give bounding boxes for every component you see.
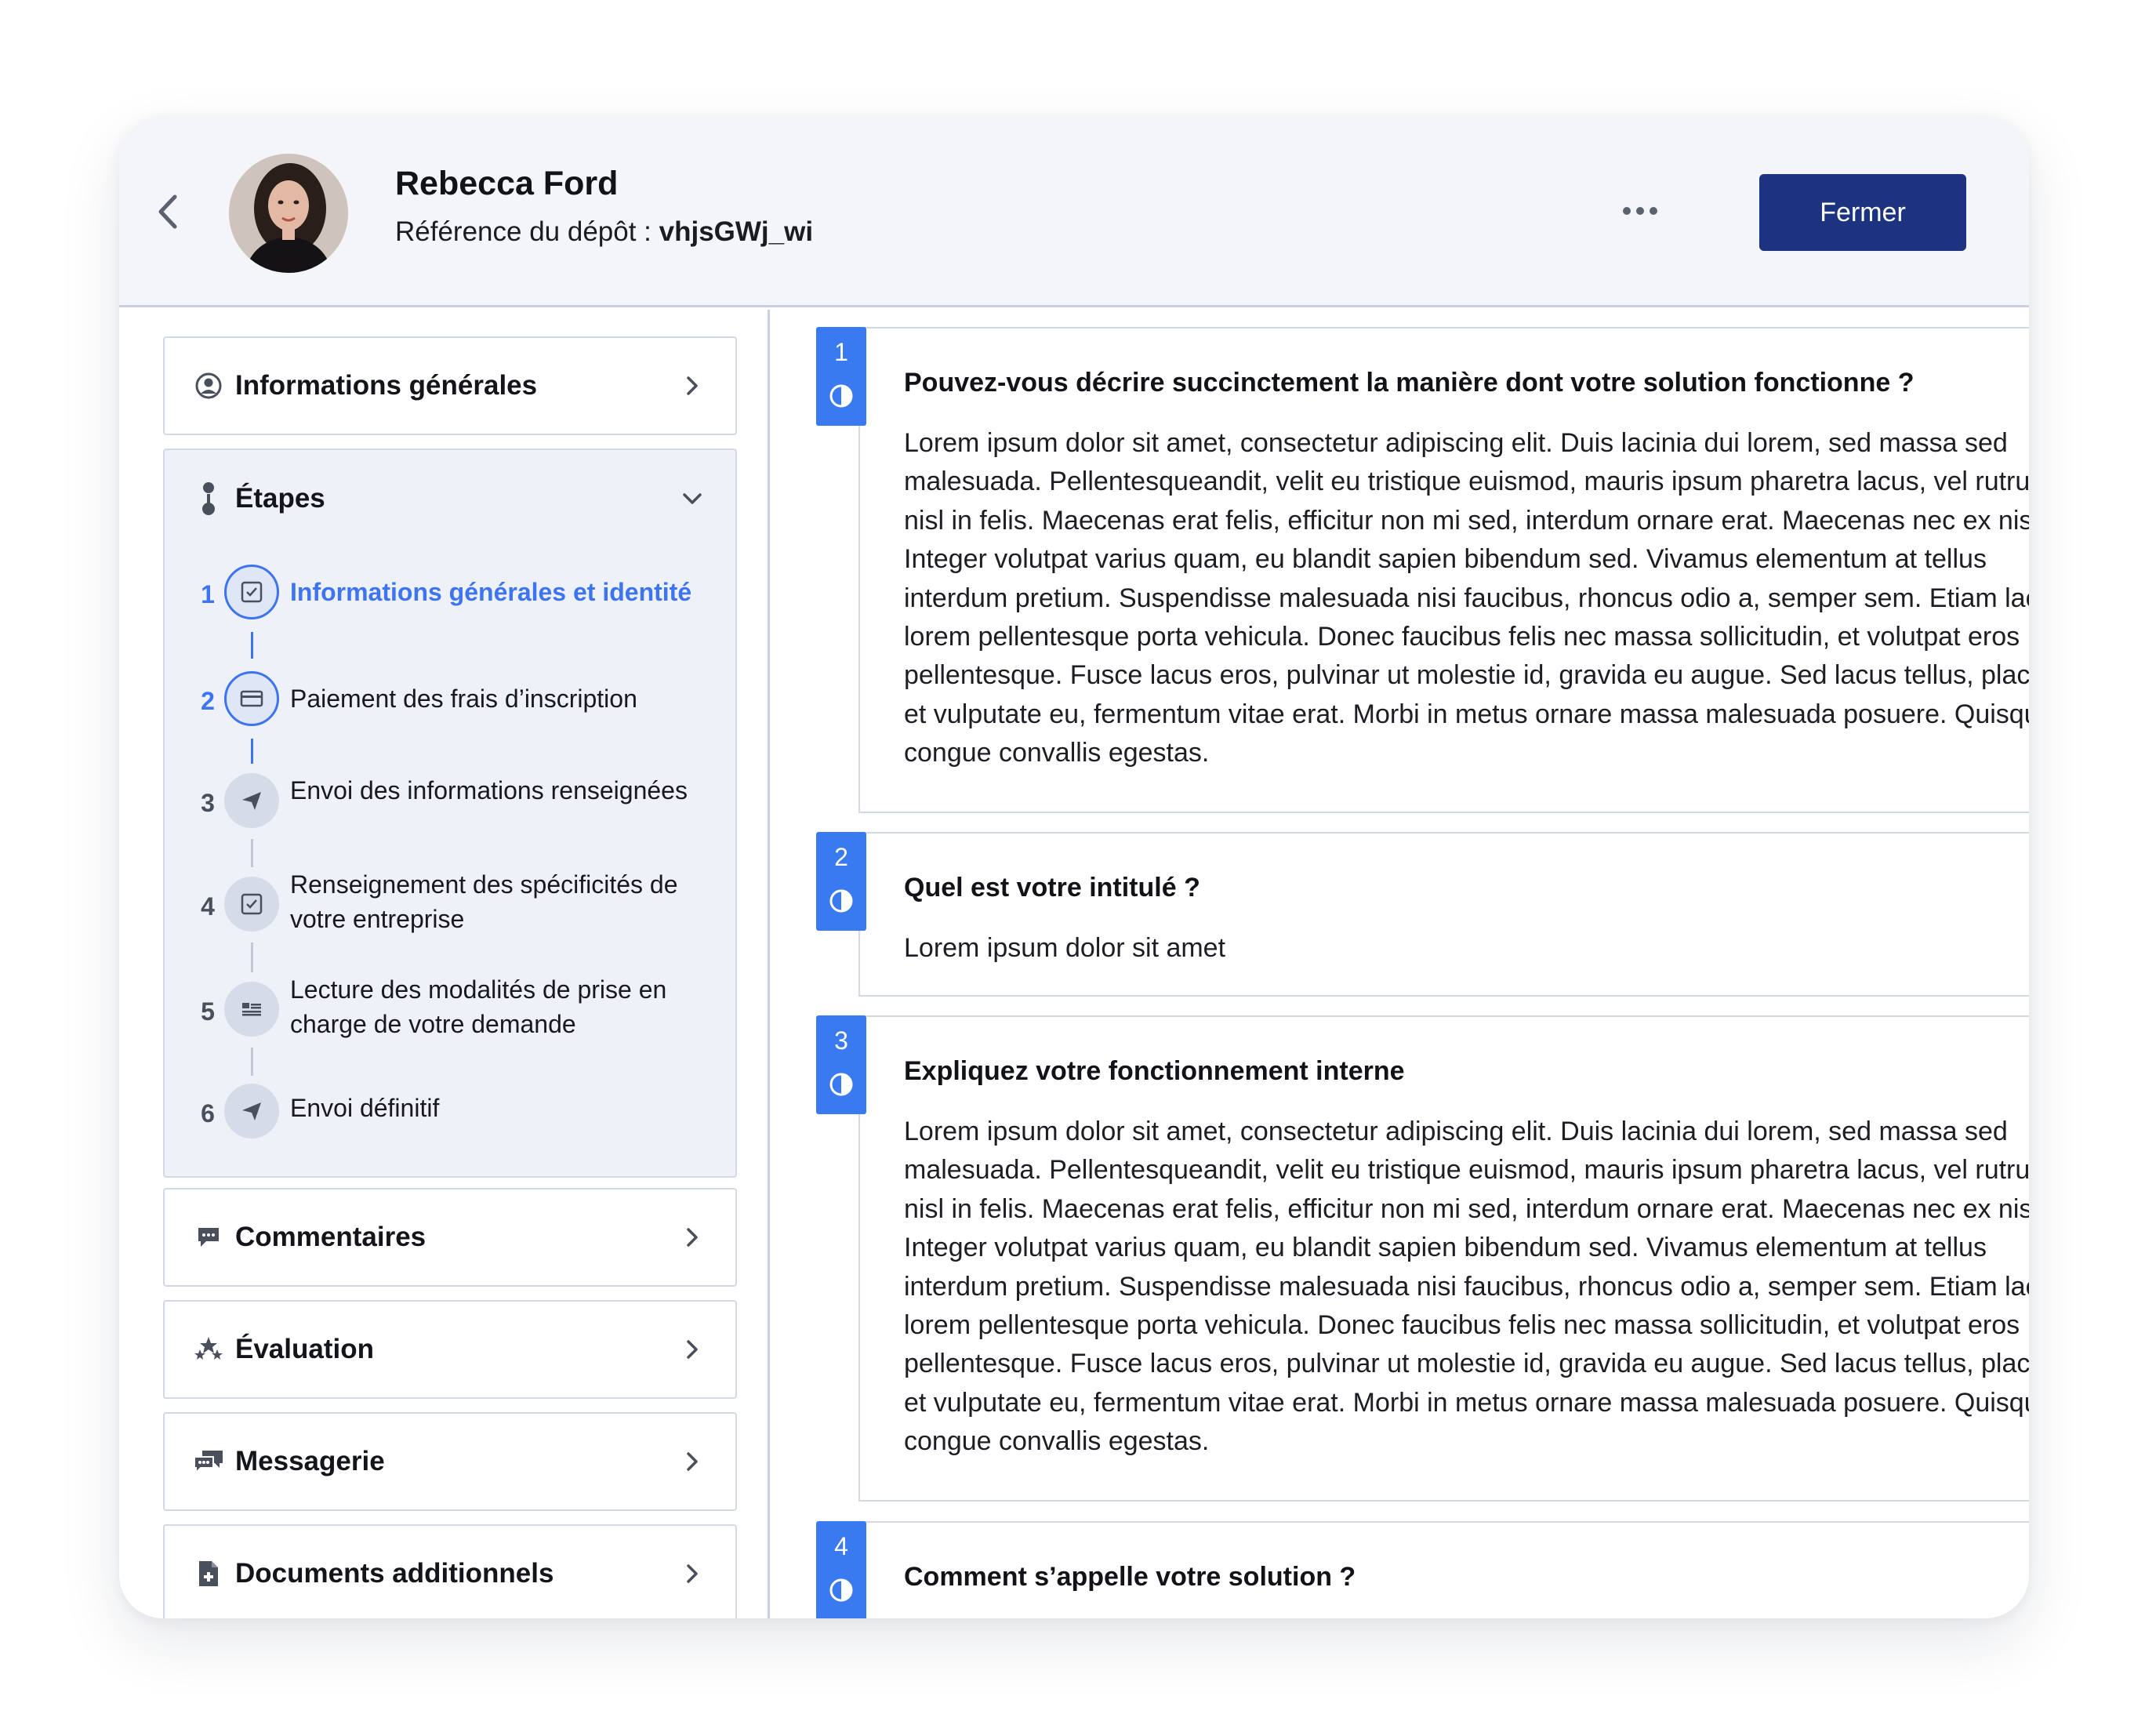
question-number: 1 xyxy=(834,338,848,366)
step-label: Paiement des frais d’inscription xyxy=(290,685,637,713)
steps-panel: Étapes 1 Informations générales et ident… xyxy=(163,449,737,1178)
question-card: Comment s’appelle votre solution ? xyxy=(858,1521,2029,1618)
questions-list: Pouvez-vous décrire succinctement la man… xyxy=(772,310,2029,1618)
step-number: 6 xyxy=(201,1099,215,1128)
send-icon xyxy=(224,1084,279,1139)
sidebar-item-messaging[interactable]: Messagerie xyxy=(163,1412,737,1511)
sidebar-item-additional-documents[interactable]: Documents additionnels xyxy=(163,1524,737,1618)
half-circle-icon xyxy=(829,1578,853,1602)
steps-icon xyxy=(193,482,224,515)
document-add-icon xyxy=(193,1558,224,1589)
step-connector xyxy=(251,1048,253,1076)
question-number: 2 xyxy=(834,843,848,871)
send-icon xyxy=(224,773,279,828)
sidebar: Informations générales Étapes 1 Informat… xyxy=(119,310,770,1618)
stars-icon xyxy=(193,1334,224,1365)
step-connector xyxy=(251,739,253,764)
question-card: Expliquez votre fonctionnement interne L… xyxy=(858,1015,2029,1502)
question-number: 3 xyxy=(834,1026,848,1055)
steps-header[interactable]: Étapes xyxy=(165,450,735,547)
question-title: Expliquez votre fonctionnement interne xyxy=(904,1056,1405,1086)
comment-icon xyxy=(193,1222,224,1253)
step-label: Informations générales et identité xyxy=(290,578,692,606)
step-number: 3 xyxy=(201,789,215,817)
checkbox-icon xyxy=(224,877,279,932)
steps-title: Étapes xyxy=(235,483,325,514)
question-card: Pouvez-vous décrire succinctement la man… xyxy=(858,327,2029,813)
credit-card-icon xyxy=(224,671,279,726)
sidebar-item-evaluation[interactable]: Évaluation xyxy=(163,1300,737,1399)
chevron-right-icon xyxy=(681,1562,704,1585)
question-badge[interactable]: 3 xyxy=(816,1015,866,1114)
sidebar-item-label: Documents additionnels xyxy=(235,1558,554,1589)
back-button[interactable] xyxy=(144,188,191,235)
deposit-reference-value: vhjsGWj_wi xyxy=(659,216,814,247)
step-number: 5 xyxy=(201,997,215,1026)
application-window: Rebecca Ford Référence du dépôt : vhjsGW… xyxy=(119,116,2029,1618)
sidebar-item-general-info[interactable]: Informations générales xyxy=(163,336,737,435)
step-label: Lecture des modalités de prise en charge… xyxy=(290,975,667,1038)
step-number: 2 xyxy=(201,687,215,715)
sidebar-item-label: Messagerie xyxy=(235,1446,385,1476)
chat-bubbles-icon xyxy=(193,1446,224,1477)
question-answer: Lorem ipsum dolor sit amet, consectetur … xyxy=(904,428,2029,768)
half-circle-icon xyxy=(829,1073,853,1096)
user-name: Rebecca Ford xyxy=(395,165,619,202)
chevron-left-icon xyxy=(158,194,177,229)
step-number: 4 xyxy=(201,892,215,921)
chevron-down-icon xyxy=(681,487,704,510)
question-number: 4 xyxy=(834,1532,848,1560)
chevron-right-icon xyxy=(681,1450,704,1473)
user-circle-icon xyxy=(193,370,224,401)
deposit-reference-label: Référence du dépôt : xyxy=(395,216,659,247)
step-connector xyxy=(251,632,253,659)
half-circle-icon xyxy=(829,889,853,913)
step-label: Envoi définitif xyxy=(290,1094,440,1122)
chevron-right-icon xyxy=(681,374,704,398)
step-number: 1 xyxy=(201,580,215,608)
question-card: Quel est votre intitulé ? Lorem ipsum do… xyxy=(858,832,2029,997)
close-button[interactable]: Fermer xyxy=(1759,174,1966,251)
checkbox-icon xyxy=(224,565,279,619)
question-badge[interactable]: 4 xyxy=(816,1521,866,1618)
sidebar-item-label: Commentaires xyxy=(235,1222,426,1252)
question-title: Quel est votre intitulé ? xyxy=(904,873,1200,903)
step-label: Envoi des informations renseignées xyxy=(290,776,688,804)
deposit-reference: Référence du dépôt : vhjsGWj_wi xyxy=(395,216,813,248)
header: Rebecca Ford Référence du dépôt : vhjsGW… xyxy=(119,116,2029,307)
question-answer: Lorem ipsum dolor sit amet xyxy=(904,933,1226,963)
question-title: Comment s’appelle votre solution ? xyxy=(904,1562,1356,1592)
sidebar-item-label: Évaluation xyxy=(235,1334,374,1364)
half-circle-icon xyxy=(829,384,853,408)
more-options-button[interactable] xyxy=(1609,191,1671,231)
avatar xyxy=(229,154,348,273)
chevron-right-icon xyxy=(681,1338,704,1361)
step-connector xyxy=(251,942,253,972)
more-horizontal-icon xyxy=(1623,207,1657,215)
question-answer: Lorem ipsum dolor sit amet, consectetur … xyxy=(904,1117,2029,1457)
chevron-right-icon xyxy=(681,1226,704,1249)
step-label: Renseignement des spécificités de votre … xyxy=(290,870,678,933)
question-title: Pouvez-vous décrire succinctement la man… xyxy=(904,368,1915,398)
document-list-icon xyxy=(224,982,279,1037)
question-badge[interactable]: 2 xyxy=(816,832,866,931)
step-connector xyxy=(251,839,253,867)
sidebar-item-comments[interactable]: Commentaires xyxy=(163,1188,737,1287)
question-badge[interactable]: 1 xyxy=(816,327,866,426)
sidebar-item-label: Informations générales xyxy=(235,370,538,401)
